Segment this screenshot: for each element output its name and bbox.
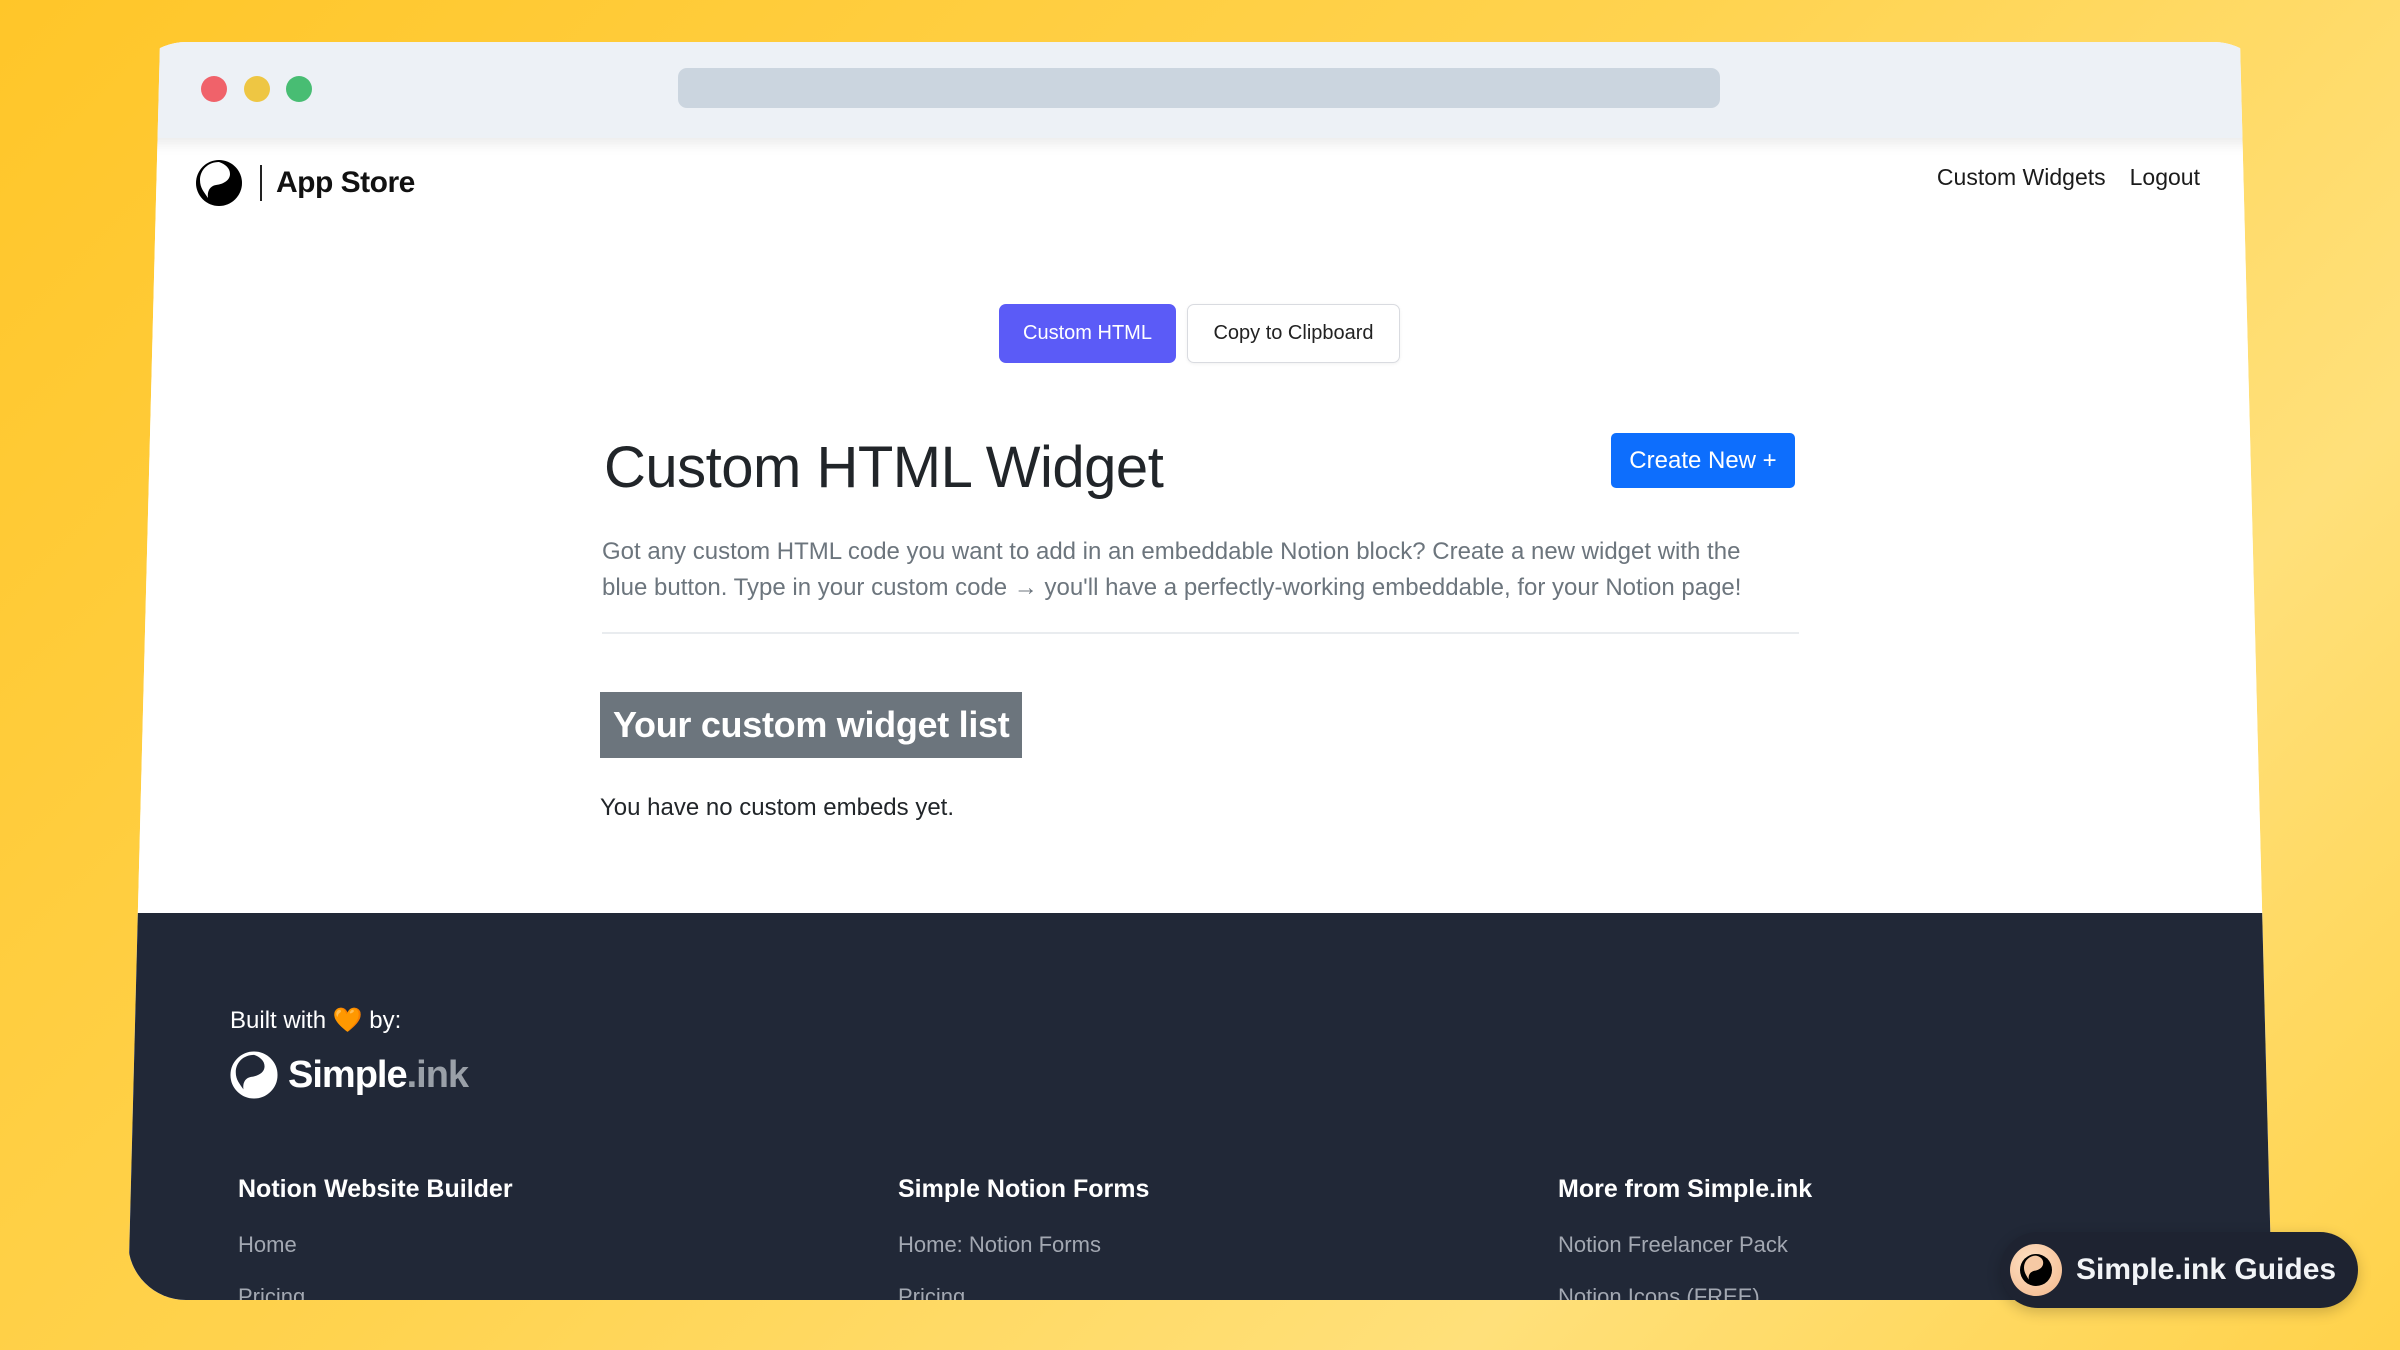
guides-logo-icon xyxy=(2010,1244,2062,1296)
nav-link-custom-widgets[interactable]: Custom Widgets xyxy=(1937,164,2106,191)
footer-column-heading: More from Simple.ink xyxy=(1558,1175,1813,1203)
footer-link-pricing[interactable]: Pricing xyxy=(238,1284,513,1300)
minimize-window-button[interactable] xyxy=(244,76,270,102)
footer-link-home[interactable]: Home xyxy=(238,1232,513,1258)
brand-ink: .ink xyxy=(406,1053,469,1096)
page: App Store Custom Widgets Logout Custom H… xyxy=(128,138,2272,1300)
footer-column-heading: Simple Notion Forms xyxy=(898,1175,1150,1203)
nav-link-logout[interactable]: Logout xyxy=(2130,164,2200,191)
navbar: App Store Custom Widgets Logout xyxy=(128,138,2272,228)
footer-column-heading: Notion Website Builder xyxy=(238,1175,513,1203)
footer: Built with 🧡 by: Simple.ink Notion Websi… xyxy=(128,913,2272,1300)
app-store-logo[interactable]: App Store xyxy=(194,158,415,208)
simple-ink-logo-icon xyxy=(196,160,242,206)
browser-mockup: App Store Custom Widgets Logout Custom H… xyxy=(0,0,2400,1350)
footer-link-notion-icons[interactable]: Notion Icons (FREE) xyxy=(1558,1284,1812,1300)
address-bar[interactable] xyxy=(678,68,1720,108)
footer-link-freelancer-pack[interactable]: Notion Freelancer Pack xyxy=(1558,1232,1812,1258)
app-store-title: App Store xyxy=(276,166,415,199)
browser-window: App Store Custom Widgets Logout Custom H… xyxy=(128,42,2272,1300)
nav-links: Custom Widgets Logout xyxy=(1937,164,2200,191)
widget-toolbar: Custom HTML Copy to Clipboard xyxy=(999,304,1400,363)
built-with-suffix: by: xyxy=(369,1007,402,1034)
page-description: Got any custom HTML code you want to add… xyxy=(602,534,1799,606)
widget-list-heading: Your custom widget list xyxy=(600,692,1023,758)
maximize-window-button[interactable] xyxy=(286,76,312,102)
simple-ink-brand-logo[interactable]: Simple.ink xyxy=(230,1051,469,1099)
browser-frame: App Store Custom Widgets Logout Custom H… xyxy=(128,42,2272,1300)
page-title: Custom HTML Widget xyxy=(604,435,1164,500)
description-line-2: blue button. Type in your custom code → … xyxy=(602,574,1742,601)
footer-column-more: More from Simple.ink Notion Freelancer P… xyxy=(1558,1175,1812,1300)
brand-main: Simple xyxy=(288,1053,408,1096)
create-new-button[interactable]: Create New + xyxy=(1611,433,1795,488)
footer-link-forms-pricing[interactable]: Pricing xyxy=(898,1284,1149,1300)
guides-label: Simple.ink Guides xyxy=(2076,1253,2337,1286)
footer-link-home-notion-forms[interactable]: Home: Notion Forms xyxy=(898,1232,1149,1258)
simple-ink-logo-icon xyxy=(2020,1254,2052,1286)
built-with-text: Built with 🧡 by: xyxy=(230,1006,401,1035)
description-line-1: Got any custom HTML code you want to add… xyxy=(602,538,1741,565)
simple-ink-logo-icon xyxy=(230,1051,278,1099)
logo-divider xyxy=(260,165,262,201)
simple-ink-guides-button[interactable]: Simple.ink Guides xyxy=(2000,1232,2358,1308)
heart-icon: 🧡 xyxy=(332,1007,363,1034)
copy-to-clipboard-button[interactable]: Copy to Clipboard xyxy=(1187,304,1400,363)
divider xyxy=(602,632,1799,634)
title-bar xyxy=(128,42,2272,138)
close-window-button[interactable] xyxy=(201,76,227,102)
custom-html-button[interactable]: Custom HTML xyxy=(999,304,1176,363)
simple-ink-wordmark: Simple.ink xyxy=(288,1053,469,1097)
footer-column-notion-forms: Simple Notion Forms Home: Notion Forms P… xyxy=(898,1175,1149,1300)
built-with-prefix: Built with xyxy=(230,1007,327,1034)
empty-state-message: You have no custom embeds yet. xyxy=(600,794,954,821)
footer-column-website-builder: Notion Website Builder Home Pricing xyxy=(238,1175,513,1300)
